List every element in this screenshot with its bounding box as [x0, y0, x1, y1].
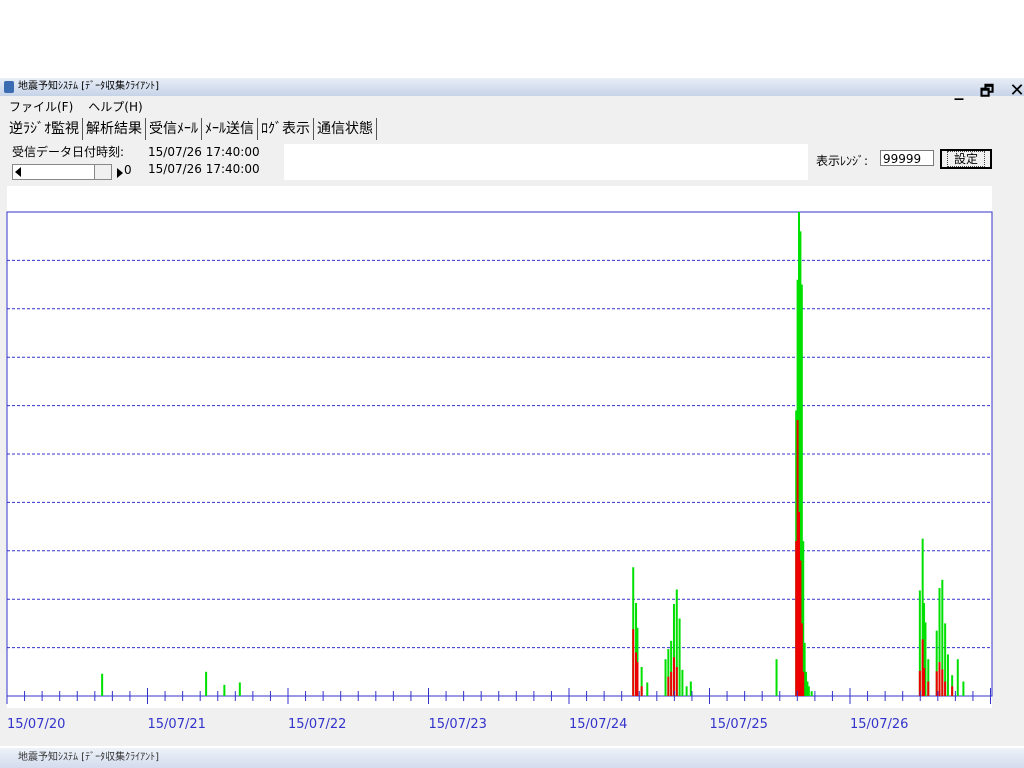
- red-bar: [632, 629, 635, 696]
- tab-send-mail[interactable]: ﾒｰﾙ送信: [202, 118, 258, 140]
- menu-help[interactable]: ヘルプ(H): [88, 100, 142, 114]
- x-tick-label: 15/07/20: [7, 717, 65, 732]
- scroll-thumb[interactable]: [94, 165, 111, 179]
- green-bar: [101, 673, 104, 696]
- menu-file[interactable]: ファイル(F): [9, 100, 73, 114]
- x-tick-label: 15/07/26: [850, 717, 908, 732]
- main-window: 地震予知ｼｽﾃﾑ [ﾃﾞｰﾀ収集ｸﾗｲｱﾝﾄ] _ 🗗 ✕ ファイル(F) ヘルプ…: [0, 78, 1024, 746]
- red-bar: [636, 662, 639, 696]
- red-bar: [640, 686, 643, 696]
- green-bar: [664, 659, 667, 696]
- received-datetime-label: 受信データ日付時刻:: [12, 145, 125, 159]
- set-button[interactable]: 設定: [940, 149, 992, 169]
- x-tick-label: 15/07/25: [710, 717, 768, 732]
- x-tick-label: 15/07/22: [288, 717, 346, 732]
- tab-log-view[interactable]: ﾛｸﾞ表示: [258, 118, 314, 140]
- green-bar: [962, 681, 965, 696]
- green-bar: [238, 682, 241, 696]
- minimize-button[interactable]: _: [948, 82, 970, 102]
- tab-analysis-results[interactable]: 解析結果: [83, 118, 146, 140]
- time-scrollbar[interactable]: [12, 164, 112, 180]
- received-datetime-value: 15/07/26 17:40:00: [148, 145, 260, 159]
- green-bar: [678, 618, 681, 696]
- close-button[interactable]: ✕: [1006, 82, 1024, 102]
- chart-background: [7, 186, 992, 708]
- status-display-area: [284, 144, 808, 180]
- red-bar: [927, 681, 930, 696]
- set-button-label: 設定: [946, 151, 985, 167]
- green-bar: [775, 659, 778, 696]
- slider-position-value: 0: [124, 163, 132, 177]
- green-bar: [223, 684, 226, 696]
- green-bar: [946, 654, 949, 696]
- red-bar: [672, 657, 675, 696]
- scroll-right-icon[interactable]: [117, 168, 123, 178]
- second-window-title: 地震予知ｼｽﾃﾑ [ﾃﾞｰﾀ収集ｸﾗｲｱﾝﾄ]: [0, 748, 1024, 768]
- tab-reverse-radio-monitor[interactable]: 逆ﾗｼﾞｵ監視: [6, 118, 83, 140]
- menu-bar: ファイル(F) ヘルプ(H): [0, 98, 149, 116]
- x-tick-label: 15/07/24: [569, 717, 627, 732]
- scroll-left-icon[interactable]: [15, 167, 21, 177]
- x-tick-label: 15/07/23: [429, 717, 487, 732]
- signal-chart: 15/07/20 15/07/21 15/07/22 15/07/23 15/07/24…: [6, 186, 993, 732]
- slider-time-value: 15/07/26 17:40:00: [148, 162, 260, 176]
- red-bar: [802, 671, 805, 696]
- red-bar: [944, 681, 947, 696]
- green-bar: [646, 682, 649, 696]
- red-bar: [941, 669, 944, 696]
- x-tick-label: 15/07/21: [148, 717, 206, 732]
- red-bar: [667, 676, 670, 696]
- tab-received-mail[interactable]: 受信ﾒｰﾙ: [146, 118, 202, 140]
- red-bar: [670, 671, 673, 696]
- app-icon: [4, 81, 14, 93]
- window-title: 地震予知ｼｽﾃﾑ [ﾃﾞｰﾀ収集ｸﾗｲｱﾝﾄ]: [18, 81, 159, 92]
- tab-bar: 逆ﾗｼﾞｵ監視 解析結果 受信ﾒｰﾙ ﾒｰﾙ送信 ﾛｸﾞ表示 通信状態: [6, 118, 377, 140]
- tab-comm-status[interactable]: 通信状態: [314, 118, 377, 140]
- display-range-label: 表示ﾚﾝｼﾞ:: [816, 154, 869, 168]
- green-bar: [685, 686, 688, 696]
- green-bar: [810, 691, 813, 696]
- red-bar: [951, 686, 954, 696]
- display-range-input[interactable]: 99999: [880, 150, 934, 166]
- green-bar: [956, 659, 959, 696]
- restore-button[interactable]: 🗗: [976, 82, 998, 102]
- red-bar: [938, 662, 941, 696]
- red-bar: [923, 667, 926, 696]
- title-bar[interactable]: 地震予知ｼｽﾃﾑ [ﾃﾞｰﾀ収集ｸﾗｲｱﾝﾄ]: [0, 78, 1024, 96]
- green-bar: [681, 669, 684, 696]
- chart-area: 15/07/20 15/07/21 15/07/22 15/07/23 15/07/24…: [0, 186, 1024, 746]
- green-bar: [807, 686, 810, 696]
- red-bar: [675, 666, 678, 696]
- green-bar: [205, 671, 208, 696]
